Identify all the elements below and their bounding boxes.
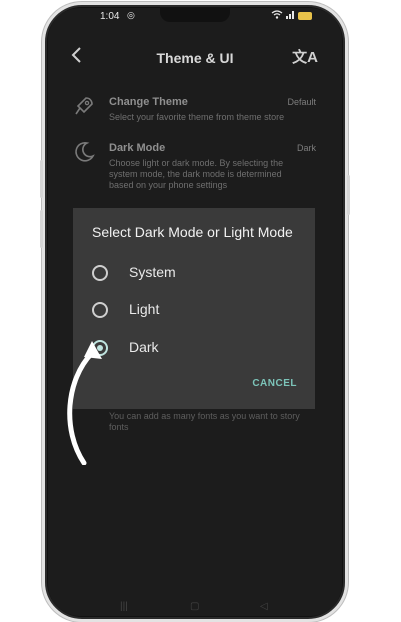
phone-side-button [40, 160, 43, 198]
status-icons [271, 10, 312, 22]
setting-label: Dark Mode [109, 142, 166, 154]
option-system[interactable]: System [73, 258, 315, 290]
radio-button[interactable] [92, 265, 108, 281]
system-nav-bar: ||| ▢ ◁ [48, 596, 342, 616]
option-label: System [129, 264, 176, 280]
fonts-description: You can add as many fonts as you want to… [109, 411, 300, 432]
setting-description: Select your favorite theme from theme st… [109, 112, 285, 122]
radio-button[interactable] [92, 302, 108, 318]
annotation-arrow-icon [67, 341, 102, 465]
setting-label: Change Theme [109, 96, 188, 108]
home-icon[interactable]: ▢ [190, 601, 199, 612]
moon-icon [72, 140, 100, 168]
option-label: Dark [129, 339, 159, 355]
app-bar: Theme & UI 文A [48, 38, 342, 78]
option-label: Light [129, 301, 160, 317]
status-bar: 1:04 ◎ [48, 8, 342, 26]
translate-icon[interactable]: 文A [292, 46, 318, 67]
phone-power-button [347, 175, 350, 215]
whatsapp-icon: ◎ [127, 10, 135, 20]
dialog-title: Select Dark Mode or Light Mode [92, 224, 293, 240]
wifi-icon [271, 10, 283, 22]
signal-icon [286, 10, 295, 22]
cancel-button[interactable]: CANCEL [252, 378, 297, 389]
phone-side-button [40, 210, 43, 248]
rocket-icon [72, 94, 100, 122]
battery-icon [298, 12, 312, 20]
back-nav-icon[interactable]: ◁ [260, 601, 268, 612]
setting-value: Default [287, 97, 316, 107]
status-time: 1:04 [100, 11, 120, 22]
setting-value: Dark [296, 143, 316, 153]
phone-screen: 1:04 ◎ Theme & UI 文A Change Theme Defaul… [48, 8, 342, 616]
setting-description: Choose light or dark mode. By selecting … [109, 158, 284, 190]
recents-icon[interactable]: ||| [120, 601, 128, 612]
option-light[interactable]: Light [73, 295, 315, 327]
